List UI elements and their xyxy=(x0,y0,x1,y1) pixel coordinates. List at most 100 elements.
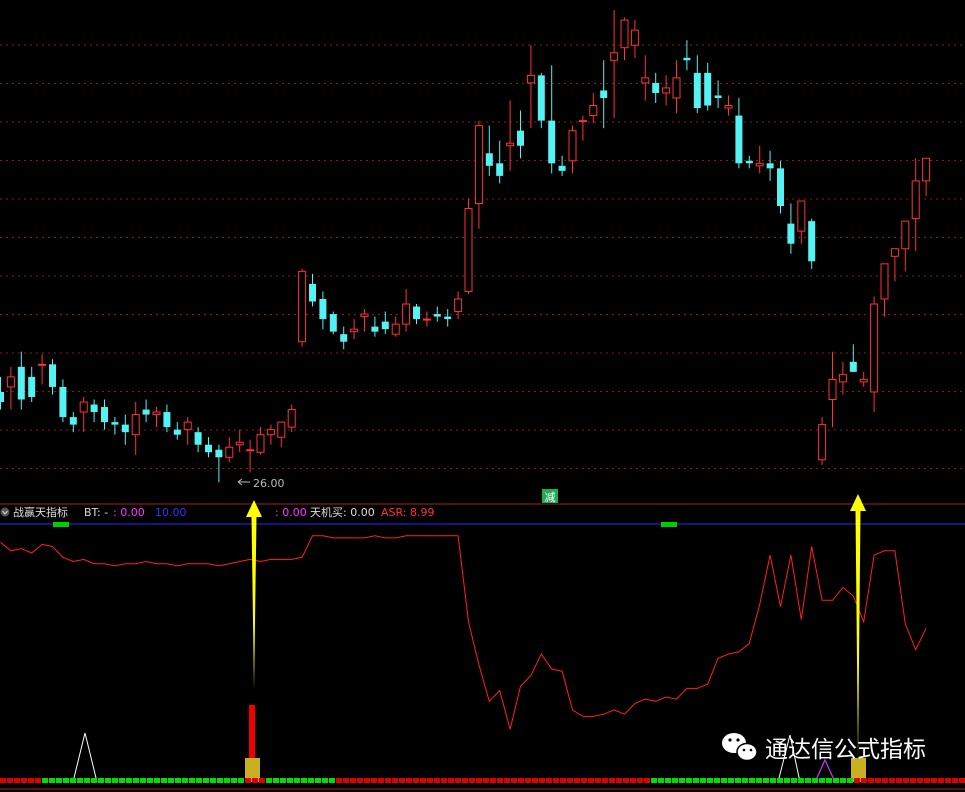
strip-segment xyxy=(448,778,454,783)
candle-body xyxy=(131,414,140,436)
strip-segment xyxy=(378,778,384,783)
value-1: : 0.00 xyxy=(113,506,145,519)
candle-body xyxy=(287,409,296,428)
candle-body xyxy=(911,180,920,220)
candle-body xyxy=(444,316,452,320)
candlestick-series xyxy=(0,10,931,483)
candle-body xyxy=(652,82,660,93)
strip-segment xyxy=(945,778,951,783)
strip-segment xyxy=(301,778,307,783)
strip-segment xyxy=(21,778,27,783)
green-marker-2 xyxy=(661,522,677,527)
strip-segment xyxy=(847,778,853,783)
strip-segment xyxy=(112,778,118,783)
strip-segment xyxy=(252,778,258,783)
strip-segment xyxy=(917,778,923,783)
candle-body xyxy=(422,318,431,321)
strip-segment xyxy=(742,778,748,783)
candle-body xyxy=(849,361,857,372)
strip-segment xyxy=(7,778,13,783)
candle-body xyxy=(194,432,202,445)
strip-segment xyxy=(665,778,671,783)
candle-body xyxy=(662,87,671,94)
candle-body xyxy=(797,200,806,232)
strip-segment xyxy=(385,778,391,783)
candle-body xyxy=(298,270,307,343)
strip-segment xyxy=(175,778,181,783)
strip-segment xyxy=(315,778,321,783)
strip-segment xyxy=(182,778,188,783)
price-grid xyxy=(0,44,965,469)
candle-body xyxy=(371,326,379,332)
candle-body xyxy=(922,157,931,182)
signal-strip xyxy=(0,778,965,790)
candle-body xyxy=(704,72,712,106)
strip-segment xyxy=(322,778,328,783)
strip-segment xyxy=(770,778,776,783)
strip-segment xyxy=(56,778,62,783)
candle-body xyxy=(838,373,847,383)
candle-body xyxy=(600,90,608,98)
strip-segment xyxy=(77,778,83,783)
strip-segment xyxy=(147,778,153,783)
strip-segment xyxy=(224,778,230,783)
candle-body xyxy=(309,283,316,302)
strip-segment xyxy=(371,778,377,783)
strip-segment xyxy=(777,778,783,783)
strip-segment xyxy=(952,778,958,783)
strip-segment xyxy=(238,778,244,783)
strip-segment xyxy=(595,778,601,783)
tianji-buy-label: 天机买: 0.00 xyxy=(310,505,375,519)
white-peak-1 xyxy=(72,732,98,783)
candle-body xyxy=(517,130,524,146)
strip-segment xyxy=(399,778,405,783)
strip-segment xyxy=(875,778,881,783)
strip-segment xyxy=(532,778,538,783)
strip-segment xyxy=(329,778,335,783)
strip-segment xyxy=(427,778,433,783)
candle-body xyxy=(79,401,88,413)
candle-body xyxy=(360,313,369,318)
candle-body xyxy=(49,364,56,387)
strip-segment xyxy=(959,778,965,783)
strip-segment xyxy=(343,778,349,783)
strip-segment xyxy=(546,778,552,783)
strip-segment xyxy=(35,778,41,783)
candle-body xyxy=(319,298,327,320)
strip-segment xyxy=(602,778,608,783)
strip-segment xyxy=(798,778,804,783)
buy-arrow-2 xyxy=(850,494,866,760)
candle-body xyxy=(6,376,15,388)
candle-body xyxy=(142,409,150,415)
strip-segment xyxy=(749,778,755,783)
strip-segment xyxy=(217,778,223,783)
strip-segment xyxy=(588,778,594,783)
strip-segment xyxy=(364,778,370,783)
low-price-label: 26.00 xyxy=(253,477,285,490)
candle-body xyxy=(766,163,774,169)
strip-segment xyxy=(455,778,461,783)
strip-segment xyxy=(826,778,832,783)
strip-segment xyxy=(273,778,279,783)
strip-segment xyxy=(700,778,706,783)
candle-body xyxy=(578,120,587,123)
strip-segment xyxy=(651,778,657,783)
strip-segment xyxy=(889,778,895,783)
strip-segment xyxy=(70,778,76,783)
strip-segment xyxy=(735,778,741,783)
candle-body xyxy=(526,74,535,84)
indicator-name: 战赢天指标 xyxy=(13,505,68,519)
strip-segment xyxy=(560,778,566,783)
strip-segment xyxy=(630,778,636,783)
strip-segment xyxy=(161,778,167,783)
strip-segment xyxy=(84,778,90,783)
candle-body xyxy=(548,120,556,164)
strip-segment xyxy=(245,778,251,783)
collapse-icon[interactable] xyxy=(0,507,10,517)
sell-marker-label: 减 xyxy=(545,491,556,504)
strip-segment xyxy=(98,778,104,783)
strip-segment xyxy=(518,778,524,783)
bt-label: BT: - xyxy=(84,506,108,519)
candle-body xyxy=(558,165,566,171)
candle-body xyxy=(391,323,400,335)
